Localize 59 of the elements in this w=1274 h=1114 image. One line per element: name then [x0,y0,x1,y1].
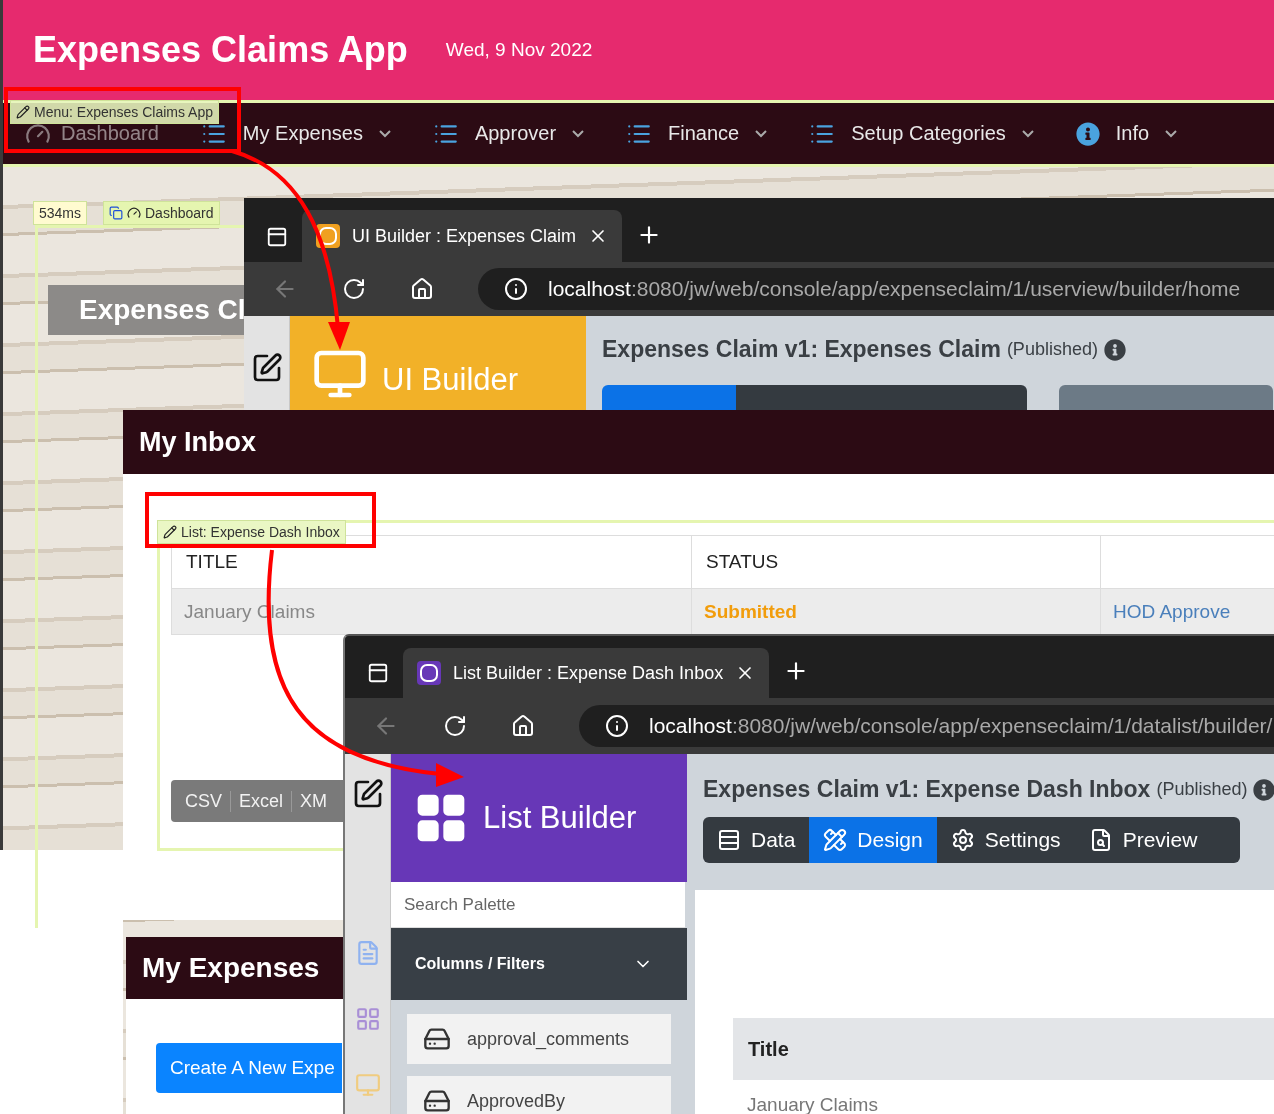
home-icon[interactable] [410,277,434,301]
settings-icon [950,828,975,852]
export-link[interactable]: XM [291,790,328,812]
timing-badge: 534ms [33,201,88,225]
palette-label: approval_comments [467,1028,630,1050]
info-icon [1253,778,1274,801]
info-icon [1103,338,1126,361]
card-title: My Expenses [142,952,320,984]
home-icon[interactable] [511,714,535,738]
copy-icon [109,206,123,220]
palette-item[interactable]: approval_comments [407,1014,671,1064]
builder-name: UI Builder [382,362,519,398]
section-header[interactable]: Columns / Filters [391,928,687,1000]
app-heading: Expenses Claim v1: Expense Dash Inbox (Published) [703,776,1274,803]
reload-icon[interactable] [443,714,467,738]
pencil-icon [16,105,30,119]
tab[interactable]: Settings [936,817,1075,863]
menu-item[interactable]: Approver [432,120,585,147]
menu-item[interactable]: Finance [626,120,768,147]
rows-icon [717,828,741,852]
badge-label: Dashboard [145,205,214,221]
tab[interactable]: Preview [1074,817,1212,863]
browser-tab[interactable]: List Builder : Expense Dash Inbox [403,648,770,698]
info-icon [1075,121,1100,146]
reload-icon[interactable] [342,277,366,301]
app-title: Expenses Claims App [33,29,408,71]
sidebar-icon[interactable] [266,226,288,248]
section-label: Columns / Filters [415,955,545,973]
app-logo-icon [417,661,441,685]
menu-item[interactable]: Info [1075,121,1178,146]
browser-tab[interactable]: UI Builder : Expenses Claim [302,210,623,262]
tool-bar[interactable] [602,385,1027,410]
page-badge[interactable]: Dashboard [103,201,220,225]
badge-label: Menu: Expenses Claims App [34,104,213,120]
info-icon [605,714,629,738]
builder-name: List Builder [483,800,637,836]
date-text: Wed, 9 Nov 2022 [445,39,593,61]
dashboard-icon [127,206,141,220]
action-link[interactable]: HOD Approve [1101,588,1274,634]
app-heading: Expenses Claim v1: Expenses Claim (Published) [602,336,1274,363]
info-icon [504,277,528,301]
pencil-ruler-icon [823,828,848,852]
search-field[interactable]: Search Palette [391,882,685,928]
tab[interactable]: Design [809,817,937,863]
card-title: My Inbox [139,426,256,458]
pencil-icon [163,525,177,539]
menu-badge[interactable]: Menu: Expenses Claims App [10,100,219,124]
palette-item[interactable]: ApprovedBy [407,1076,671,1114]
tab[interactable]: Data [703,817,810,863]
status-text: Submitted [692,588,1101,634]
column-header: Title [733,1018,1274,1080]
export-link[interactable]: CSV [177,790,230,812]
address-field[interactable]: localhost:8080/jw/web/console/app/expenseclaim/1/userview/builder/home [478,268,1274,310]
address-field[interactable]: localhost:8080/jw/web/console/app/expenseclaim/1/datalist/builder/ [579,705,1274,747]
sidebar-icon[interactable] [367,662,389,684]
palette-label: ApprovedBy [467,1090,566,1112]
export-link[interactable]: Excel [230,790,292,812]
menu-item[interactable]: Setup Categories [809,120,1034,147]
create-button[interactable]: Create A New Expe [156,1043,342,1093]
